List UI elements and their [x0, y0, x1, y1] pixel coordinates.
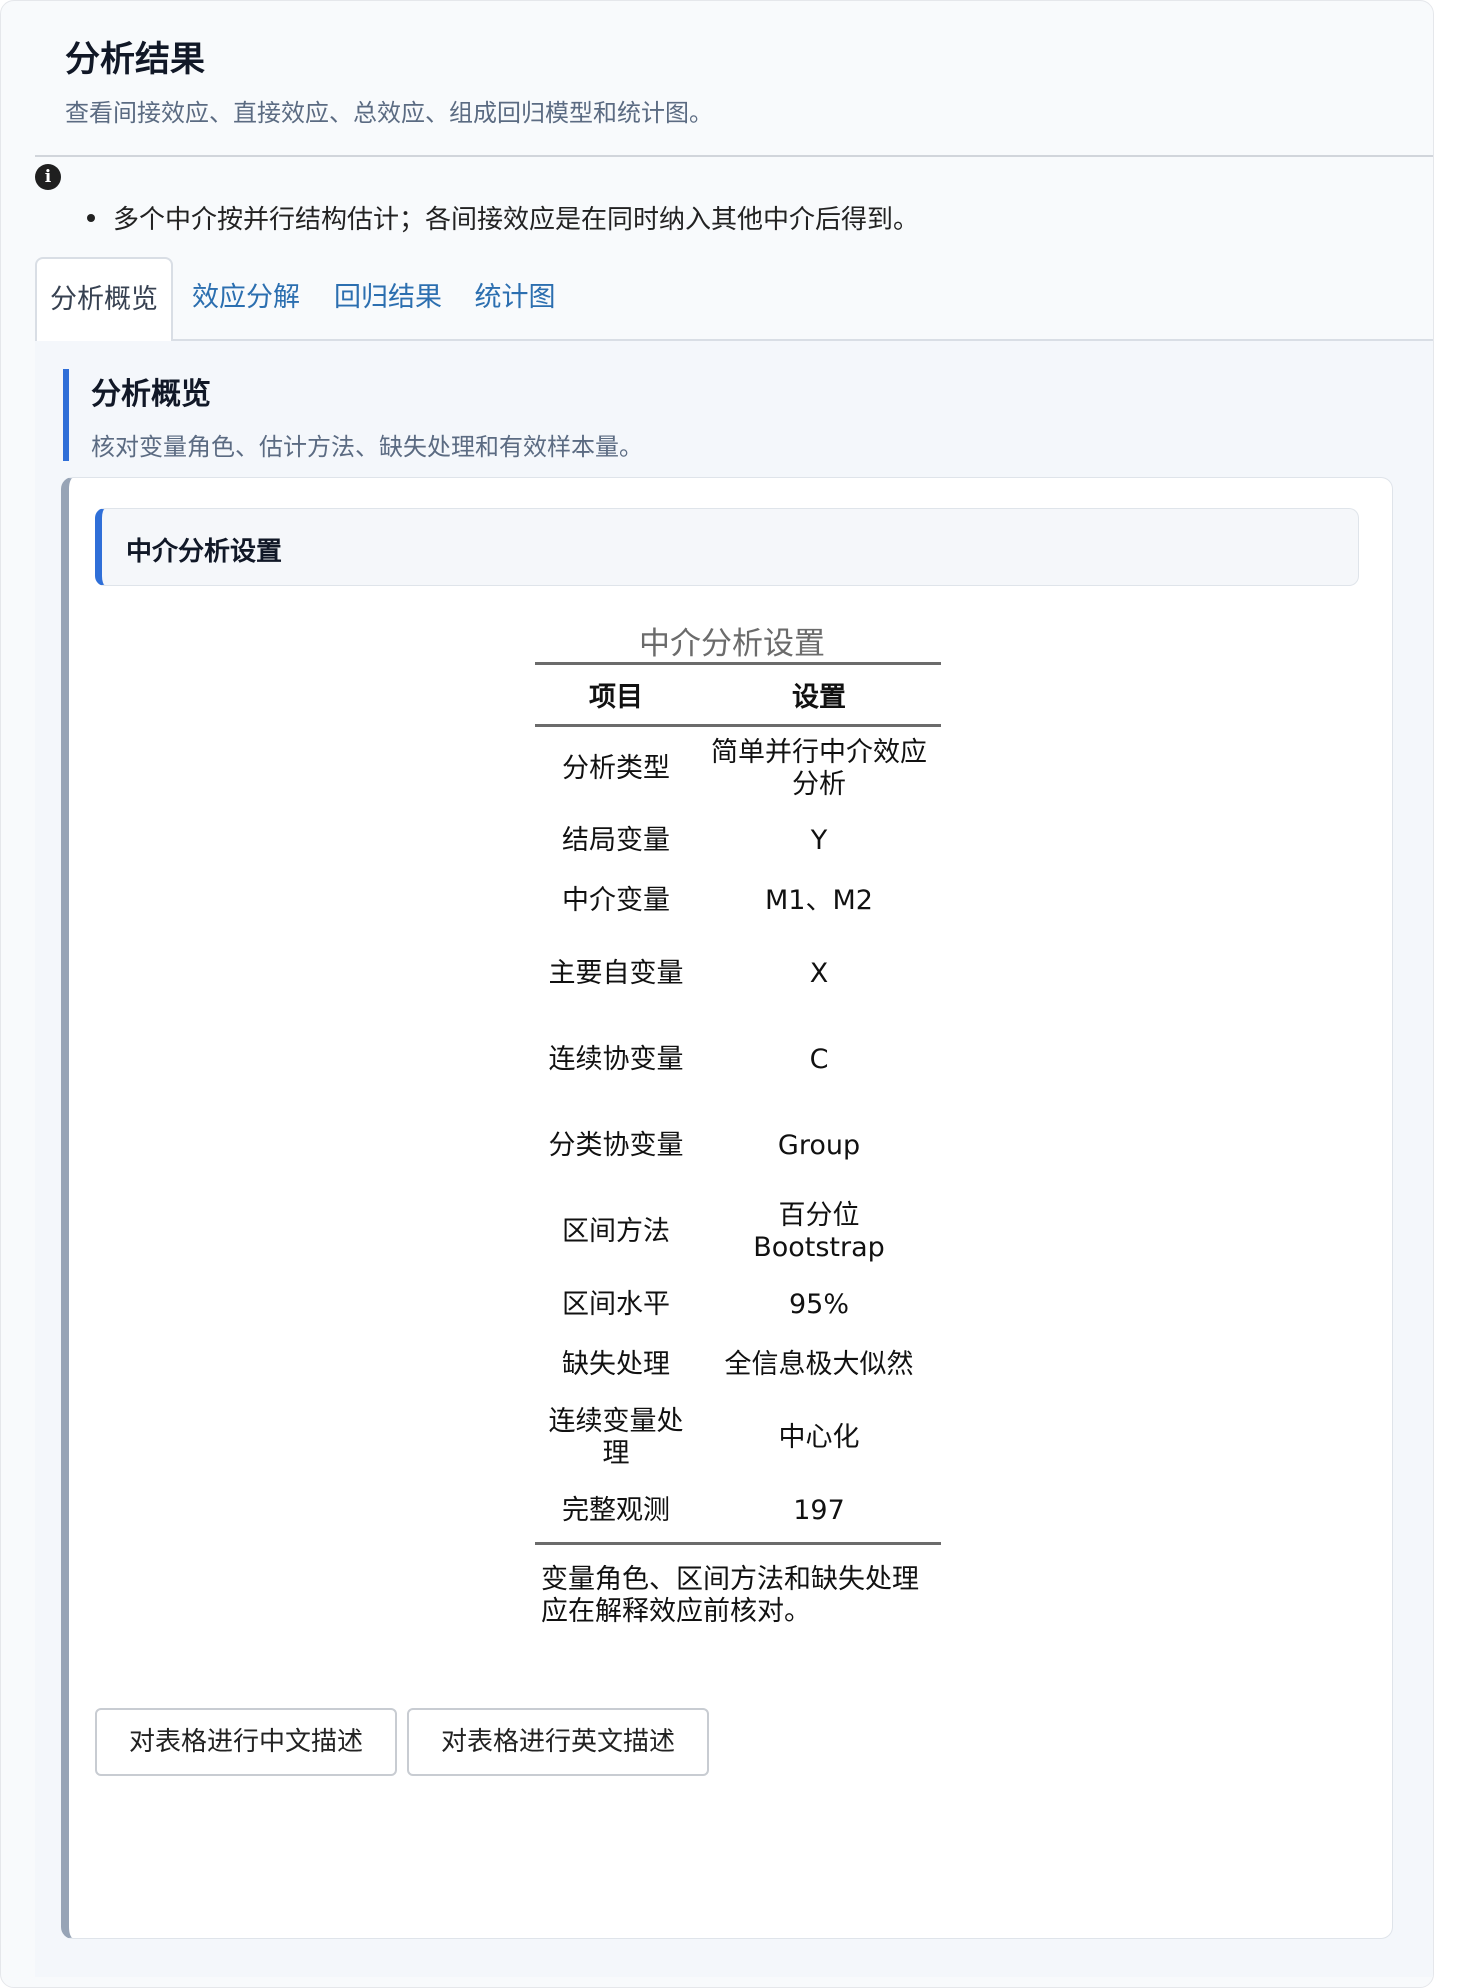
table-row: 连续协变量 C	[535, 1017, 941, 1103]
settings-table: 项目 设置 分析类型 简单并行中介效应分析 结局变量 Y 中介变量 M1、M2 主要自…	[535, 662, 941, 1545]
table-row: 完整观测 197	[535, 1481, 941, 1543]
row-value: 全信息极大似然	[724, 1349, 914, 1380]
card-title: 中介分析设置	[126, 537, 283, 567]
tab-regression-results[interactable]: 回归结果	[323, 257, 453, 341]
tab-effect-decomposition[interactable]: 效应分解	[181, 257, 311, 341]
tab-plots[interactable]: 统计图	[465, 257, 565, 341]
section-header: 分析概览 核对变量角色、估计方法、缺失处理和有效样本量。	[63, 369, 643, 461]
table-row: 结局变量 Y	[535, 811, 941, 871]
section-title: 分析概览	[91, 377, 211, 412]
row-label: 主要自变量	[548, 958, 684, 989]
column-header-setting: 设置	[697, 663, 941, 727]
note-list: 多个中介按并行结构估计；各间接效应是在同时纳入其他中介后得到。	[85, 199, 919, 236]
row-value: 中心化	[778, 1422, 860, 1453]
results-header: 分析结果 查看间接效应、直接效应、总效应、组成回归模型和统计图。	[1, 1, 1435, 157]
table-row: 中介变量 M1、M2	[535, 871, 941, 931]
table-row: 缺失处理 全信息极大似然	[535, 1335, 941, 1395]
table-row: 分类协变量 Group	[535, 1103, 941, 1189]
row-value: 197	[793, 1495, 845, 1527]
row-label: 区间方法	[562, 1216, 670, 1247]
table-row: 主要自变量 X	[535, 931, 941, 1017]
tab-overview[interactable]: 分析概览	[35, 257, 173, 343]
row-label: 连续协变量	[548, 1044, 684, 1075]
header-divider	[35, 155, 1433, 157]
card-header: 中介分析设置	[95, 508, 1359, 586]
row-value: 简单并行中介效应分析	[711, 737, 927, 800]
column-header-item: 项目	[535, 663, 697, 727]
table-note: 变量角色、区间方法和缺失处理应在解释效应前核对。	[541, 1564, 919, 1627]
table-row: 区间水平 95%	[535, 1275, 941, 1335]
results-panel: 分析结果 查看间接效应、直接效应、总效应、组成回归模型和统计图。 i 多个中介按…	[0, 0, 1434, 1988]
result-tabs: 分析概览 效应分解 回归结果 统计图	[35, 257, 1433, 343]
row-value: Group	[777, 1130, 861, 1161]
overview-pane: 分析概览 核对变量角色、估计方法、缺失处理和有效样本量。 中介分析设置 中介分析…	[35, 341, 1433, 1977]
row-label: 完整观测	[562, 1495, 670, 1527]
row-value: X	[809, 958, 829, 989]
describe-table-english-button[interactable]: 对表格进行英文描述	[407, 1708, 709, 1776]
row-label: 分类协变量	[548, 1130, 684, 1161]
page-title: 分析结果	[65, 40, 206, 80]
describe-table-chinese-button[interactable]: 对表格进行中文描述	[95, 1708, 397, 1776]
row-label: 中介变量	[562, 885, 670, 916]
row-value: 95%	[788, 1289, 849, 1320]
table-row: 区间方法 百分位 Bootstrap	[535, 1189, 941, 1275]
page-subtitle: 查看间接效应、直接效应、总效应、组成回归模型和统计图。	[65, 99, 713, 127]
info-icon: i	[35, 164, 61, 190]
section-subtitle: 核对变量角色、估计方法、缺失处理和有效样本量。	[91, 433, 643, 461]
table-caption: 中介分析设置	[639, 626, 825, 662]
row-label: 结局变量	[562, 825, 670, 856]
settings-card: 中介分析设置 中介分析设置 项目 设置 分析类型 简单并行中介效应分析 结局变量 Y…	[61, 477, 1393, 1939]
row-label: 缺失处理	[562, 1349, 670, 1380]
row-label: 分析类型	[562, 753, 670, 784]
table-header-row: 项目 设置	[535, 663, 941, 727]
table-row: 分析类型 简单并行中介效应分析	[535, 726, 941, 812]
row-value: Y	[810, 825, 828, 856]
row-label: 区间水平	[562, 1289, 670, 1320]
row-value: C	[809, 1044, 829, 1075]
note-item: 多个中介按并行结构估计；各间接效应是在同时纳入其他中介后得到。	[85, 199, 919, 236]
table-row: 连续变量处理 中心化	[535, 1395, 941, 1481]
row-label: 连续变量处理	[548, 1406, 684, 1469]
row-value: M1、M2	[765, 885, 873, 916]
row-value: 百分位 Bootstrap	[753, 1200, 885, 1263]
